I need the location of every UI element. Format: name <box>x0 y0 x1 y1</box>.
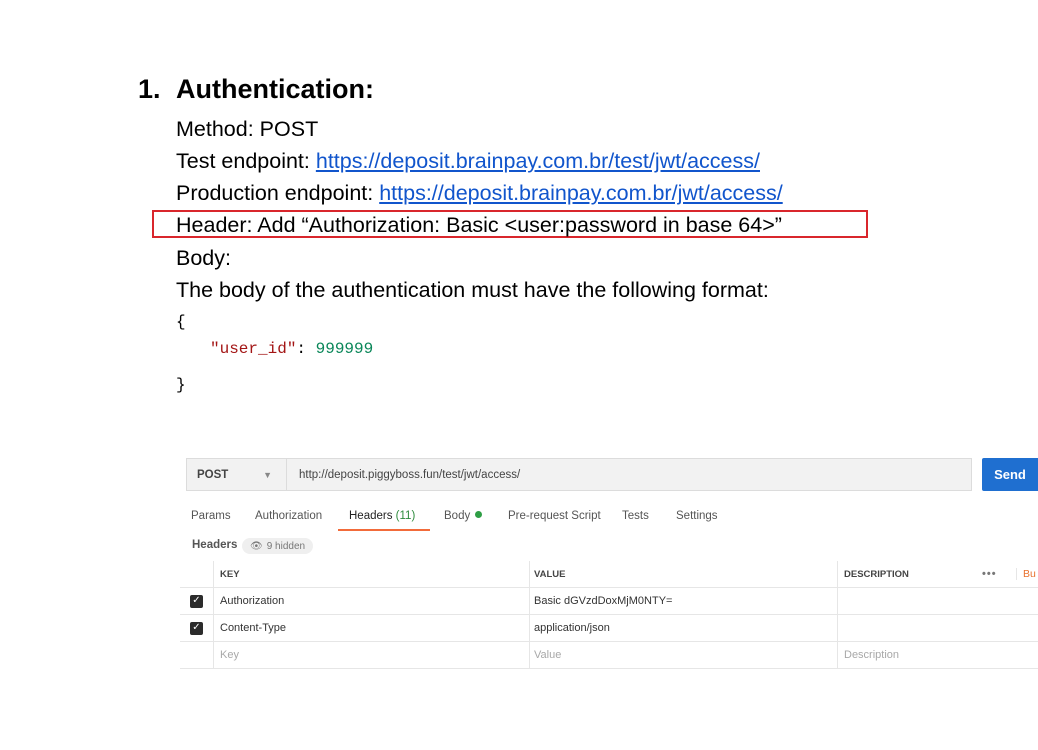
code-separator: : <box>296 340 316 358</box>
header-description[interactable] <box>837 588 1038 614</box>
column-header-key: KEY <box>213 561 529 587</box>
active-tab-underline <box>338 529 430 531</box>
code-body-line: "user_id": 999999 <box>210 339 373 359</box>
tab-headers-count: (11) <box>395 510 416 522</box>
new-key-input[interactable]: Key <box>213 642 529 668</box>
url-input[interactable]: http://deposit.piggyboss.fun/test/jwt/ac… <box>287 469 520 481</box>
section-heading: 1. Authentication: <box>138 72 374 106</box>
header-description[interactable] <box>837 615 1038 641</box>
send-button[interactable]: Send <box>982 458 1038 491</box>
code-key: "user_id" <box>210 340 297 358</box>
test-endpoint-label: Test endpoint: <box>176 149 316 173</box>
header-value[interactable]: application/json <box>529 615 837 641</box>
request-bar: POST ▼ http://deposit.piggyboss.fun/test… <box>186 458 972 491</box>
code-close-brace: } <box>176 376 186 394</box>
new-description-input[interactable]: Description <box>837 642 1038 668</box>
body-label: Body: <box>176 246 231 270</box>
tab-headers[interactable]: Headers (11) <box>349 510 415 522</box>
section-title: Authentication: <box>176 74 374 104</box>
header-value[interactable]: Basic dGVzdDoxMjM0NTY= <box>529 588 837 614</box>
code-value: 999999 <box>315 340 374 358</box>
section-number: 1. <box>138 74 161 104</box>
table-row: ✓ Content-Type application/json <box>180 615 1038 642</box>
table-row: ✓ Authorization Basic dGVzdDoxMjM0NTY= <box>180 588 1038 615</box>
new-value-input[interactable]: Value <box>529 642 837 668</box>
tab-authorization[interactable]: Authorization <box>255 510 322 522</box>
row-checkbox[interactable]: ✓ <box>190 594 203 608</box>
table-row-new: Key Value Description <box>180 642 1038 669</box>
method-select[interactable]: POST ▼ <box>187 459 287 490</box>
tab-pre-request-script[interactable]: Pre-request Script <box>508 510 601 522</box>
caret-down-icon: ▼ <box>263 470 272 480</box>
production-endpoint-link[interactable]: https://deposit.brainpay.com.br/jwt/acce… <box>379 181 783 205</box>
more-options-icon[interactable]: ••• <box>982 568 997 580</box>
row-checkbox[interactable]: ✓ <box>190 621 203 635</box>
tab-tests[interactable]: Tests <box>622 510 649 522</box>
header-key[interactable]: Authorization <box>213 588 529 614</box>
column-header-value: VALUE <box>529 561 837 587</box>
code-open-brace: { <box>176 313 186 331</box>
test-endpoint-line: Test endpoint: https://deposit.brainpay.… <box>176 148 760 174</box>
tab-params[interactable]: Params <box>191 510 231 522</box>
header-key[interactable]: Content-Type <box>213 615 529 641</box>
bulk-edit-button[interactable]: Bu <box>1016 568 1036 580</box>
production-endpoint-label: Production endpoint: <box>176 181 380 205</box>
tab-body[interactable]: Body <box>444 510 483 522</box>
production-endpoint-line: Production endpoint: https://deposit.bra… <box>176 180 783 206</box>
tab-settings[interactable]: Settings <box>676 510 718 522</box>
hidden-headers-count: 9 hidden <box>266 540 306 552</box>
method-line: Method: POST <box>176 117 319 141</box>
tab-headers-label: Headers <box>349 510 393 522</box>
body-indicator-dot-icon <box>475 511 483 518</box>
column-header-description-label: DESCRIPTION <box>844 568 909 580</box>
method-value: POST <box>197 468 229 481</box>
headers-section-label: Headers <box>192 539 238 551</box>
test-endpoint-link[interactable]: https://deposit.brainpay.com.br/test/jwt… <box>316 149 760 173</box>
hidden-headers-toggle[interactable]: 👁 9 hidden <box>242 538 314 554</box>
table-header-row: KEY VALUE DESCRIPTION ••• Bu <box>180 561 1038 588</box>
tab-body-label: Body <box>444 510 471 522</box>
column-header-description: DESCRIPTION ••• Bu <box>837 561 1038 587</box>
eye-icon: 👁 <box>250 540 263 552</box>
headers-table: KEY VALUE DESCRIPTION ••• Bu ✓ Authoriza… <box>180 561 1038 669</box>
body-description: The body of the authentication must have… <box>176 278 769 302</box>
header-instruction-line: Header: Add “Authorization: Basic <user:… <box>176 213 782 237</box>
